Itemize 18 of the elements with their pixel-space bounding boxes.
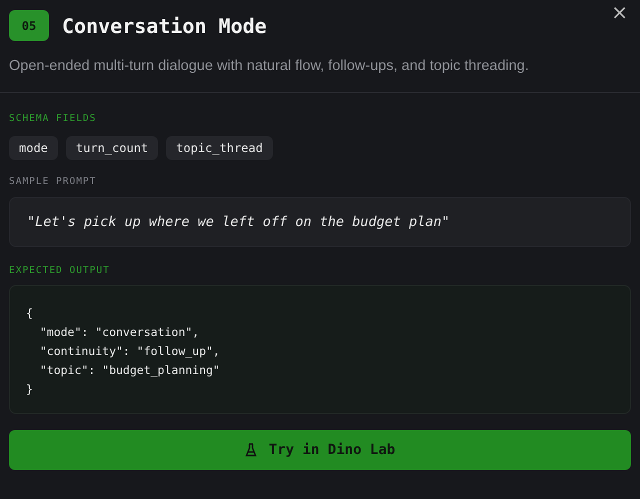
description: Open-ended multi-turn dialogue with natural flow, follow-ups, and topic threading. [9, 58, 530, 76]
sample-prompt: "Let's pick up where we left off on the budget plan" [9, 197, 631, 247]
code-line: "topic": "budget_planning" [38, 362, 221, 379]
number-badge: 05 [9, 10, 49, 41]
code-line: "continuity": "follow_up", [38, 343, 221, 360]
dialog-title: Conversation Mode [62, 14, 267, 38]
code-line: { [26, 305, 34, 322]
field-chip: turn_count [66, 136, 158, 160]
try-button[interactable]: Try in Dino Lab [9, 430, 631, 470]
close-button[interactable]: × [607, 0, 632, 24]
section-label: SCHEMA FIELDS [9, 113, 98, 124]
section-label: EXPECTED OUTPUT [9, 265, 111, 276]
code-line: "mode": "conversation", [38, 324, 200, 341]
field-chip: mode [9, 136, 58, 160]
flask-icon [244, 443, 257, 457]
code-line: } [26, 381, 34, 398]
section-label: SAMPLE PROMPT [9, 176, 98, 187]
field-chip: topic_thread [166, 136, 273, 160]
